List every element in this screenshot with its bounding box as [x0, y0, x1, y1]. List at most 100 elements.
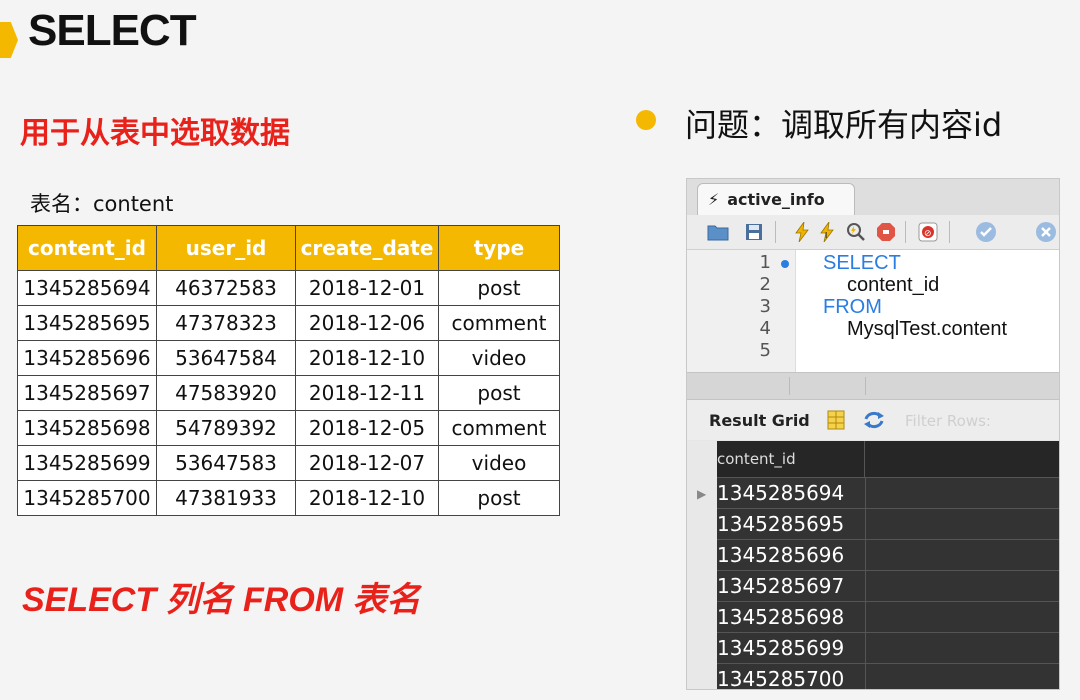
cell-content-id: 1345285696 — [17, 340, 157, 376]
cell-user-id: 54789392 — [156, 410, 296, 446]
result-grid: ▶ content_id 1345285694 1345285695 13452… — [687, 441, 1059, 689]
cell-content-id: 1345285699 — [17, 445, 157, 481]
grid-view-icon[interactable] — [827, 410, 845, 435]
table-row: 1345285697 47583920 2018-12-11 post — [17, 375, 560, 411]
cell-type: post — [438, 270, 560, 306]
explain-icon[interactable] — [845, 222, 867, 242]
bolt-icon: ⚡ — [708, 190, 720, 209]
cell-type: post — [438, 375, 560, 411]
line-number: 3 — [759, 296, 771, 317]
table-header-row: content_id user_id create_date type — [17, 225, 560, 271]
cell-type: video — [438, 445, 560, 481]
cell-content-id: 1345285700 — [17, 480, 157, 516]
filter-rows-label: Filter Rows: — [905, 412, 991, 430]
refresh-icon[interactable] — [863, 410, 885, 435]
result-grid-label[interactable]: Result Grid — [709, 411, 810, 430]
save-icon[interactable] — [743, 222, 765, 242]
cell-create-date: 2018-12-10 — [295, 480, 439, 516]
result-row[interactable]: 1345285698 — [717, 602, 1059, 633]
result-cell[interactable]: 1345285696 — [717, 540, 866, 570]
result-row[interactable]: 1345285700 — [717, 664, 1059, 689]
execute-current-icon[interactable]: I — [817, 222, 839, 242]
cell-content-id: 1345285698 — [17, 410, 157, 446]
workbench-panel: ⚡ active_info I ⊘ 1 2 3 4 5 SELECT conte… — [686, 178, 1060, 690]
result-row[interactable]: 1345285696 — [717, 540, 1059, 571]
code-column: content_id — [847, 274, 940, 296]
code-table: MysqlTest.content — [847, 318, 1008, 340]
toolbar-separator — [775, 221, 776, 243]
result-row[interactable]: 1345285694 — [717, 478, 1059, 509]
result-row[interactable]: 1345285699 — [717, 633, 1059, 664]
stop-icon[interactable] — [875, 222, 897, 242]
header-user-id: user_id — [156, 225, 296, 271]
editor-sub-tabs — [687, 372, 1059, 400]
sub-tab[interactable] — [791, 377, 866, 395]
result-row[interactable]: 1345285695 — [717, 509, 1059, 540]
cell-user-id: 46372583 — [156, 270, 296, 306]
line-number: 4 — [759, 318, 771, 339]
select-syntax: SELECT 列名 FROM 表名 — [22, 581, 421, 619]
tab-label: active_info — [727, 190, 825, 209]
result-cell[interactable]: 1345285697 — [717, 571, 866, 601]
svg-text:⊘: ⊘ — [924, 229, 932, 239]
cell-content-id: 1345285695 — [17, 305, 157, 341]
result-cell[interactable]: 1345285698 — [717, 602, 866, 632]
cell-create-date: 2018-12-06 — [295, 305, 439, 341]
content-table: content_id user_id create_date type 1345… — [17, 225, 560, 516]
cell-user-id: 47378323 — [156, 305, 296, 341]
cell-create-date: 2018-12-11 — [295, 375, 439, 411]
cell-type: video — [438, 340, 560, 376]
sub-tab[interactable] — [715, 377, 790, 395]
table-row: 1345285696 53647584 2018-12-10 video — [17, 340, 560, 376]
result-cell[interactable]: 1345285695 — [717, 509, 866, 539]
folder-icon[interactable] — [707, 222, 729, 242]
editor-tab-bar: ⚡ active_info — [687, 179, 1059, 215]
grid-header: content_id — [717, 441, 1059, 478]
row-pointer-icon: ▶ — [697, 487, 707, 501]
cell-type: comment — [438, 410, 560, 446]
toggle-icon[interactable]: ⊘ — [917, 222, 939, 242]
code-keyword-select: SELECT — [823, 252, 901, 274]
header-content-id: content_id — [17, 225, 157, 271]
sql-editor[interactable]: 1 2 3 4 5 SELECT content_id FROM MysqlTe… — [687, 250, 1059, 372]
grid-column-header[interactable]: content_id — [717, 441, 865, 477]
line-number: 2 — [759, 274, 771, 295]
cell-content-id: 1345285697 — [17, 375, 157, 411]
result-cell[interactable]: 1345285700 — [717, 664, 866, 689]
line-number: 1 — [759, 252, 771, 273]
slide-subtitle: 用于从表中选取数据 — [20, 116, 290, 151]
line-number: 5 — [759, 340, 771, 361]
rollback-icon[interactable] — [1035, 222, 1057, 242]
cell-create-date: 2018-12-05 — [295, 410, 439, 446]
result-cell[interactable]: 1345285694 — [717, 478, 866, 508]
slide-title: SELECT — [28, 6, 197, 55]
code-keyword-from: FROM — [823, 296, 882, 318]
execute-icon[interactable] — [791, 222, 813, 242]
tab-active-info[interactable]: ⚡ active_info — [697, 183, 855, 215]
table-row: 1345285695 47378323 2018-12-06 comment — [17, 305, 560, 341]
sql-toolbar: I ⊘ — [687, 215, 1059, 250]
statement-marker-icon — [781, 260, 789, 268]
question-text: 问题：调取所有内容id — [685, 106, 1003, 144]
svg-text:I: I — [825, 231, 827, 240]
table-row: 1345285700 47381933 2018-12-10 post — [17, 480, 560, 516]
header-type: type — [438, 225, 560, 271]
result-cell[interactable]: 1345285699 — [717, 633, 866, 663]
cell-content-id: 1345285694 — [17, 270, 157, 306]
table-row: 1345285699 53647583 2018-12-07 video — [17, 445, 560, 481]
commit-icon[interactable] — [975, 222, 997, 242]
cell-create-date: 2018-12-07 — [295, 445, 439, 481]
cell-type: comment — [438, 305, 560, 341]
cell-user-id: 47381933 — [156, 480, 296, 516]
bullet-dot — [636, 110, 656, 130]
header-create-date: create_date — [295, 225, 439, 271]
title-accent-marker — [0, 22, 18, 58]
table-row: 1345285698 54789392 2018-12-05 comment — [17, 410, 560, 446]
cell-type: post — [438, 480, 560, 516]
cell-create-date: 2018-12-01 — [295, 270, 439, 306]
table-row: 1345285694 46372583 2018-12-01 post — [17, 270, 560, 306]
line-number-gutter: 1 2 3 4 5 — [687, 250, 796, 372]
result-row[interactable]: 1345285697 — [717, 571, 1059, 602]
result-toolbar: Result Grid Filter Rows: — [687, 400, 1059, 440]
toolbar-separator — [905, 221, 906, 243]
